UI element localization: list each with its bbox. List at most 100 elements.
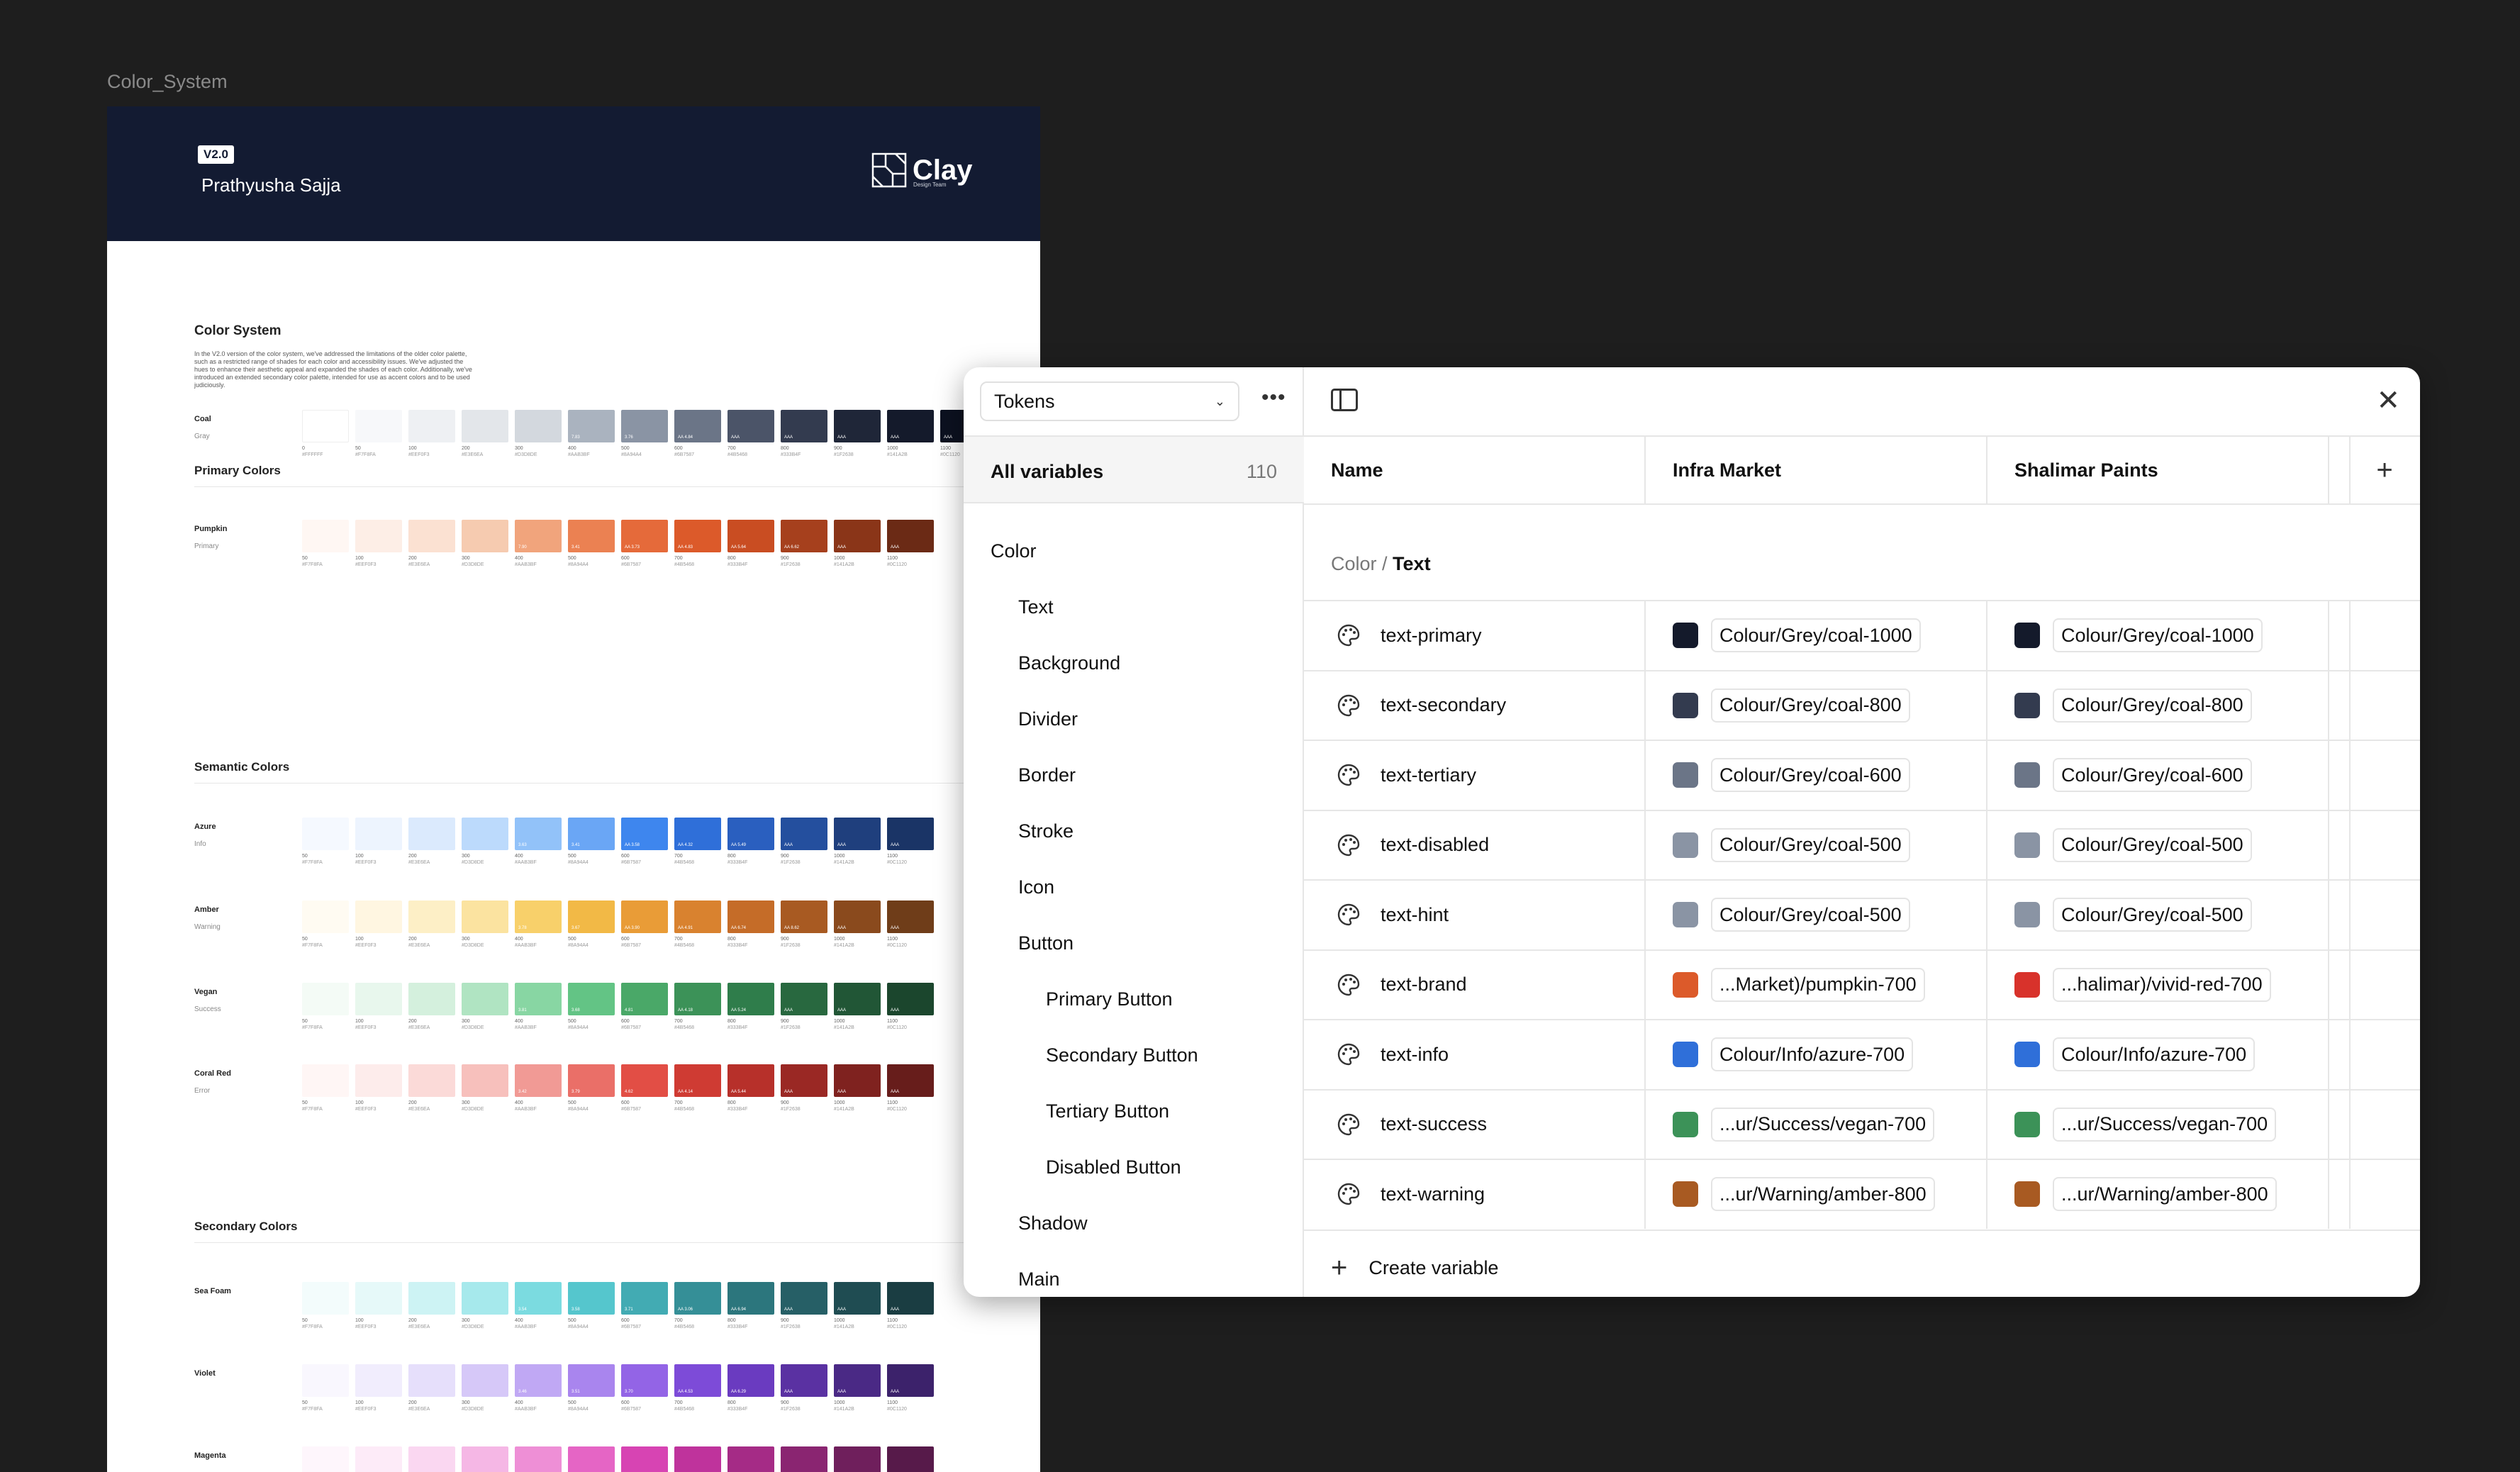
shalimar-paints-value-cell[interactable]: Colour/Grey/coal-800: [1987, 671, 2329, 740]
color-swatch[interactable]: AAA 700 #4B5468: [727, 410, 774, 464]
color-swatch[interactable]: 100#EEF0F3: [355, 818, 402, 871]
color-swatch[interactable]: 200#E3E6EA: [408, 983, 455, 1037]
color-swatch[interactable]: 7.83 400 #AAB3BF: [568, 410, 615, 464]
frame-label[interactable]: Color_System: [107, 71, 228, 93]
color-swatch[interactable]: 0 #FFFFFF: [302, 410, 349, 464]
color-swatch[interactable]: AAA 1000 #141A2B: [834, 983, 881, 1037]
color-swatch[interactable]: 3.42 400 #AAB3BF: [515, 1064, 562, 1118]
table-row[interactable]: text-success ...ur/Success/vegan-700 ...ur…: [1304, 1088, 2420, 1159]
color-swatch[interactable]: 50#F7F8FA: [302, 1364, 349, 1418]
alias-pill[interactable]: Colour/Info/azure-700: [1711, 1037, 1914, 1072]
color-swatch[interactable]: 3.63 400 #AAB3BF: [515, 818, 562, 871]
color-swatch[interactable]: 300#D3D8DE: [462, 1446, 508, 1472]
column-header-shalimar-paints[interactable]: Shalimar Paints: [1987, 437, 2329, 503]
color-swatch[interactable]: AAA 800 #333B4F: [781, 410, 827, 464]
color-swatch[interactable]: AA 4.83 700 #4B5468: [674, 520, 721, 574]
color-swatch[interactable]: 200#E3E6EA: [408, 1064, 455, 1118]
color-swatch[interactable]: AAA 1000 #141A2B: [834, 901, 881, 954]
variable-name-cell[interactable]: text-disabled: [1304, 810, 1646, 879]
table-row[interactable]: text-tertiary Colour/Grey/coal-600 Colour/…: [1304, 740, 2420, 810]
color-swatch[interactable]: 3.46 400 #AAB3BF: [515, 1364, 562, 1418]
color-swatch[interactable]: AAA 1000 #141A2B: [834, 818, 881, 871]
color-swatch[interactable]: AAA 1100 #0C1120: [887, 818, 934, 871]
table-row[interactable]: text-warning ...ur/Warning/amber-800 ...ur…: [1304, 1159, 2420, 1229]
color-swatch[interactable]: AA 6.62 900 #1F2638: [781, 520, 827, 574]
alias-pill[interactable]: ...ur/Success/vegan-700: [1711, 1107, 1935, 1142]
color-swatch[interactable]: 300#D3D8DE: [462, 1282, 508, 1336]
color-swatch[interactable]: 3.70 600 #6B7587: [621, 1364, 668, 1418]
shalimar-paints-value-cell[interactable]: Colour/Grey/coal-1000: [1987, 601, 2329, 670]
tree-item[interactable]: Background: [964, 635, 1304, 691]
alias-pill[interactable]: Colour/Grey/coal-800: [2053, 688, 2252, 723]
color-system-frame[interactable]: V2.0 Prathyusha Sajja Clay Design Team C…: [107, 106, 1040, 1472]
color-swatch[interactable]: 3.41 500 #8A94A4: [568, 818, 615, 871]
color-swatch[interactable]: 300#D3D8DE: [515, 410, 562, 464]
color-swatch[interactable]: 800#333B4F: [727, 1446, 774, 1472]
color-swatch[interactable]: 50#F7F8FA: [302, 901, 349, 954]
color-swatch[interactable]: 400#AAB3BF: [515, 1446, 562, 1472]
toggle-sidebar-icon[interactable]: [1331, 389, 1358, 411]
infra-market-value-cell[interactable]: Colour/Grey/coal-500: [1646, 810, 1987, 879]
color-swatch[interactable]: AA 3.73 600 #6B7587: [621, 520, 668, 574]
create-variable-button[interactable]: + Create variable: [1331, 1254, 1498, 1282]
table-row[interactable]: text-primary Colour/Grey/coal-1000 Colour/…: [1304, 600, 2420, 670]
variable-name-cell[interactable]: text-brand: [1304, 950, 1646, 1019]
table-row[interactable]: text-info Colour/Info/azure-700 Colour/Inf…: [1304, 1019, 2420, 1089]
color-swatch[interactable]: AAA 900 #1F2638: [781, 983, 827, 1037]
more-options-icon[interactable]: •••: [1261, 387, 1286, 408]
color-swatch[interactable]: 600#6B7587: [621, 1446, 668, 1472]
tree-item[interactable]: Disabled Button: [964, 1139, 1304, 1195]
color-swatch[interactable]: 200#E3E6EA: [408, 1364, 455, 1418]
color-swatch[interactable]: 300#D3D8DE: [462, 520, 508, 574]
variable-name-cell[interactable]: text-secondary: [1304, 671, 1646, 740]
shalimar-paints-value-cell[interactable]: Colour/Info/azure-700: [1987, 1020, 2329, 1089]
infra-market-value-cell[interactable]: Colour/Grey/coal-600: [1646, 741, 1987, 810]
color-swatch[interactable]: AA 4.84 600 #6B7587: [674, 410, 721, 464]
table-row[interactable]: text-hint Colour/Grey/coal-500 Colour/Grey…: [1304, 879, 2420, 949]
shalimar-paints-value-cell[interactable]: Colour/Grey/coal-500: [1987, 810, 2329, 879]
close-icon[interactable]: ✕: [2376, 383, 2400, 418]
shalimar-paints-value-cell[interactable]: ...halimar)/vivid-red-700: [1987, 950, 2329, 1019]
alias-pill[interactable]: Colour/Grey/coal-1000: [1711, 618, 1921, 653]
shalimar-paints-value-cell[interactable]: Colour/Grey/coal-500: [1987, 881, 2329, 949]
tree-item[interactable]: Secondary Button: [964, 1027, 1304, 1083]
color-swatch[interactable]: 100#EEF0F3: [355, 520, 402, 574]
color-swatch[interactable]: 1100#0C1120: [887, 1446, 934, 1472]
color-swatch[interactable]: 300#D3D8DE: [462, 1064, 508, 1118]
column-header-name[interactable]: Name: [1304, 437, 1646, 503]
collection-dropdown[interactable]: Tokens ⌄: [980, 381, 1239, 421]
color-swatch[interactable]: AAA 1100 #0C1120: [887, 1282, 934, 1336]
tree-item[interactable]: Border: [964, 747, 1304, 803]
color-swatch[interactable]: 3.78 400 #AAB3BF: [515, 901, 562, 954]
alias-pill[interactable]: Colour/Grey/coal-500: [2053, 898, 2252, 932]
color-swatch[interactable]: 500#8A94A4: [568, 1446, 615, 1472]
color-swatch[interactable]: 50#F7F8FA: [302, 1064, 349, 1118]
variable-name-cell[interactable]: text-tertiary: [1304, 741, 1646, 810]
alias-pill[interactable]: ...halimar)/vivid-red-700: [2053, 967, 2271, 1002]
color-swatch[interactable]: AAA 1100 #0C1120: [887, 1364, 934, 1418]
color-swatch[interactable]: 100#EEF0F3: [408, 410, 455, 464]
tree-item[interactable]: Shadow: [964, 1195, 1304, 1251]
color-swatch[interactable]: AAA 1000 #141A2B: [887, 410, 934, 464]
color-swatch[interactable]: 50#F7F8FA: [302, 1282, 349, 1336]
color-swatch[interactable]: AAA 1100 #0C1120: [887, 520, 934, 574]
infra-market-value-cell[interactable]: Colour/Grey/coal-800: [1646, 671, 1987, 740]
color-swatch[interactable]: 200#E3E6EA: [408, 901, 455, 954]
tree-item[interactable]: Main: [964, 1251, 1304, 1297]
color-swatch[interactable]: AA 6.29 800 #333B4F: [727, 1364, 774, 1418]
color-swatch[interactable]: AAA 900 #1F2638: [781, 1064, 827, 1118]
color-swatch[interactable]: 100#EEF0F3: [355, 1064, 402, 1118]
table-row[interactable]: text-secondary Colour/Grey/coal-800 Colour…: [1304, 669, 2420, 740]
alias-pill[interactable]: Colour/Grey/coal-600: [1711, 758, 1910, 793]
variable-name-cell[interactable]: text-primary: [1304, 601, 1646, 670]
tree-item[interactable]: Stroke: [964, 803, 1304, 859]
color-swatch[interactable]: 100#EEF0F3: [355, 983, 402, 1037]
color-swatch[interactable]: AA 4.18 700 #4B5468: [674, 983, 721, 1037]
alias-pill[interactable]: Colour/Grey/coal-500: [1711, 827, 1910, 862]
all-variables-item[interactable]: All variables 110: [964, 435, 1304, 503]
color-swatch[interactable]: AAA 1000 #141A2B: [834, 1364, 881, 1418]
color-swatch[interactable]: 3.68 500 #8A94A4: [568, 983, 615, 1037]
add-mode-icon[interactable]: +: [2351, 437, 2419, 503]
color-swatch[interactable]: 700#4B5468: [674, 1446, 721, 1472]
color-swatch[interactable]: 1000#141A2B: [834, 1446, 881, 1472]
